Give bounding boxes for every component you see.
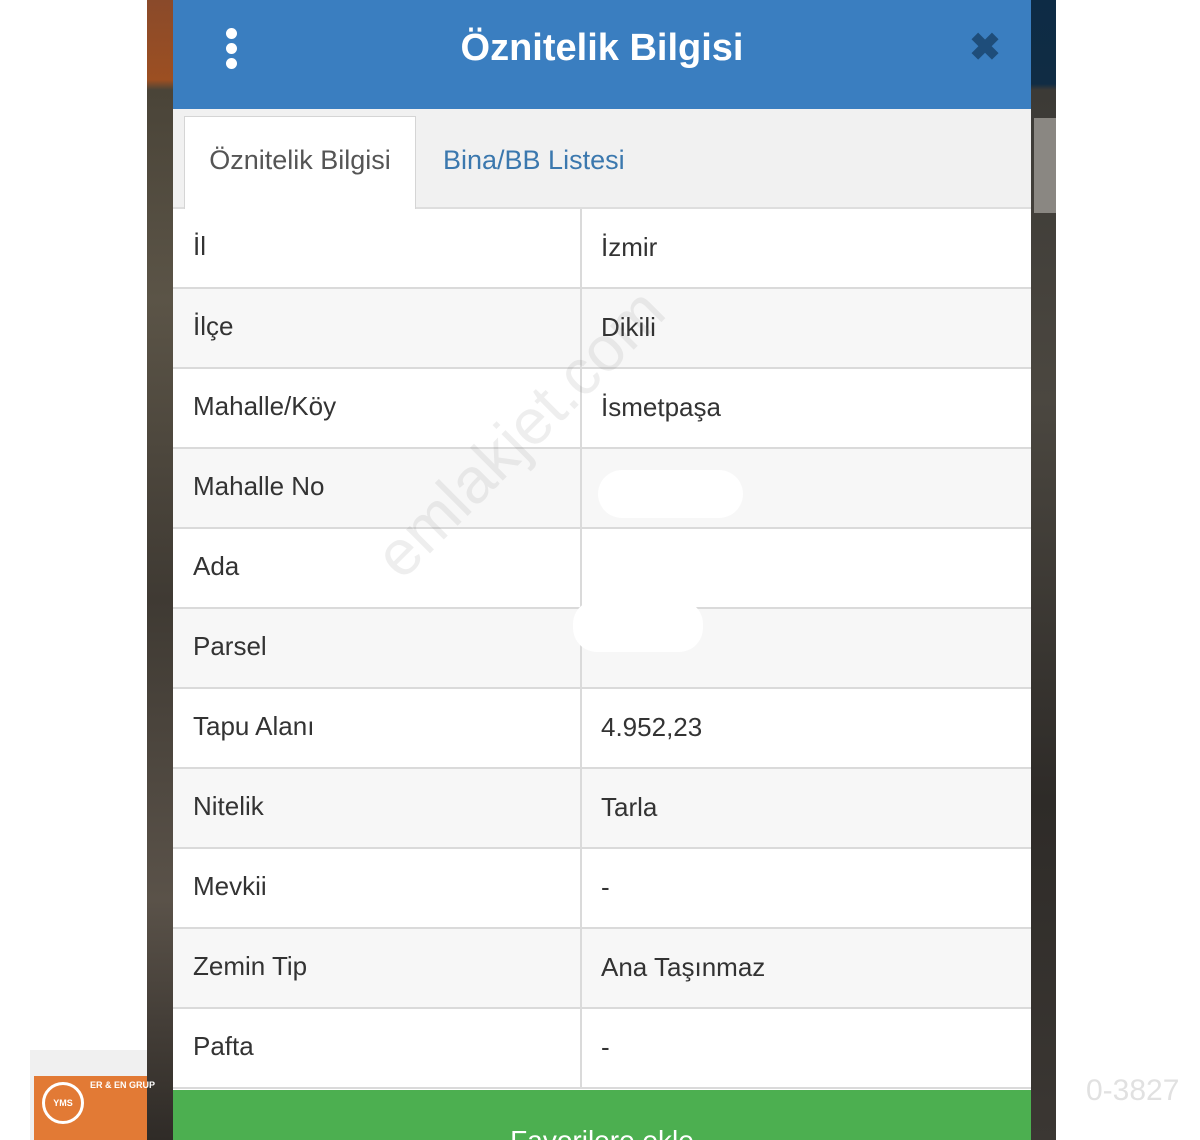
row-value: 4.952,23 <box>601 712 703 742</box>
scrollbar-thumb[interactable] <box>1034 118 1056 213</box>
map-background-left <box>147 0 174 1140</box>
agency-logo: YMS ER & EN GRUP <box>30 1050 155 1140</box>
table-row: Pafta - <box>173 1009 1031 1089</box>
row-label: Zemin Tip <box>193 951 308 981</box>
table-row: Zemin Tip Ana Taşınmaz <box>173 929 1031 1009</box>
table-row: Ada <box>173 529 1031 609</box>
row-value: - <box>601 872 610 902</box>
tab-label: Öznitelik Bilgisi <box>209 145 391 175</box>
redaction-mask <box>598 470 743 518</box>
row-label: Parsel <box>193 631 267 661</box>
row-value: İzmir <box>601 232 658 262</box>
row-value: Tarla <box>601 792 658 822</box>
row-label: Mevkii <box>193 871 267 901</box>
row-value: - <box>601 1032 610 1062</box>
table-row: Nitelik Tarla <box>173 769 1031 849</box>
close-icon[interactable]: ✖ <box>967 29 1003 67</box>
add-favorite-label: Favorilere ekle <box>173 1126 1031 1140</box>
logo-badge: YMS <box>42 1082 84 1124</box>
map-background-right <box>1030 0 1056 1140</box>
listing-reference: 0-3827 <box>1086 1074 1180 1107</box>
tab-attribute-info[interactable]: Öznitelik Bilgisi <box>184 116 416 209</box>
row-label: Pafta <box>193 1031 254 1061</box>
row-value <box>601 529 1021 607</box>
row-label: Tapu Alanı <box>193 711 315 741</box>
row-label: İl <box>193 231 206 261</box>
row-value: İsmetpaşa <box>601 392 721 422</box>
table-row: İl İzmir <box>173 209 1031 289</box>
dialog-title: Öznitelik Bilgisi <box>460 27 744 69</box>
table-row: Tapu Alanı 4.952,23 <box>173 689 1031 769</box>
row-label: İlçe <box>193 311 234 341</box>
logo-brand: ER & EN GRUP <box>90 1080 156 1090</box>
add-favorite-button[interactable]: Favorilere ekle <box>173 1090 1031 1140</box>
row-value: Ana Taşınmaz <box>601 952 766 982</box>
table-row: Mevkii - <box>173 849 1031 929</box>
attribute-dialog: Öznitelik Bilgisi ✖ Öznitelik Bilgisi Bi… <box>173 0 1031 1140</box>
row-label: Nitelik <box>193 791 264 821</box>
tab-building-list[interactable]: Bina/BB Listesi <box>443 116 625 204</box>
redaction-mask <box>573 600 703 652</box>
dialog-header: Öznitelik Bilgisi ✖ <box>173 0 1031 109</box>
